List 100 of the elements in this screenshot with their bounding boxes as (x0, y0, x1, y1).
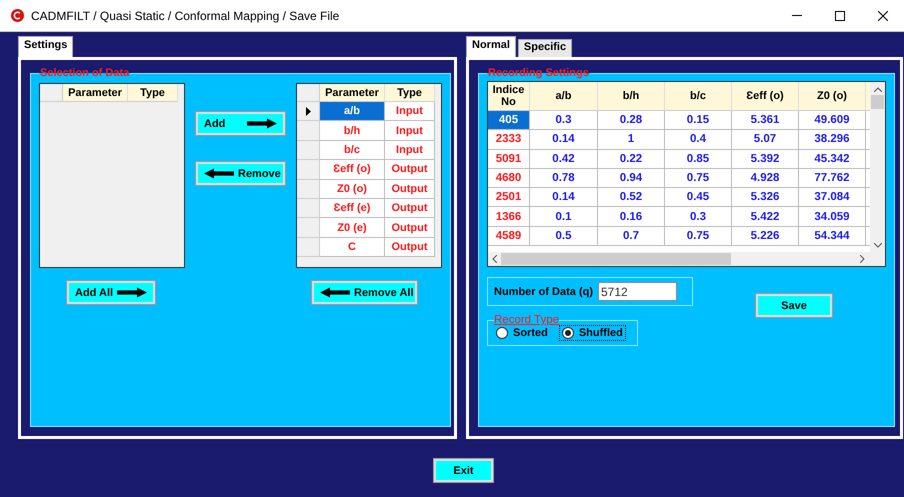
table-cell[interactable]: b/h (320, 121, 385, 141)
table-cell: Output (385, 198, 435, 218)
table-cell: 0.15 (665, 111, 732, 130)
table-cell: 34.059 (799, 207, 866, 227)
table-cell: 0.78 (530, 168, 598, 188)
column-header: Type (385, 84, 435, 102)
radio-button[interactable] (496, 327, 508, 339)
column-header: b/c (665, 82, 732, 111)
table-cell: 0.14 (530, 188, 598, 208)
table-cell: 5.392 (732, 150, 799, 169)
column-header: b/h (598, 82, 665, 111)
table-cell: Output (385, 218, 435, 238)
column-header: Parameter (320, 84, 385, 102)
column-header: Parameter (63, 84, 128, 102)
horizontal-scrollbar[interactable] (488, 252, 885, 266)
table-cell: 0.22 (598, 150, 665, 169)
scroll-thumb[interactable] (501, 253, 731, 265)
table-cell: 4.928 (732, 168, 799, 188)
table-cell: 45.342 (799, 150, 866, 169)
radio-option[interactable]: Sorted (494, 326, 550, 340)
tab[interactable]: Settings (18, 36, 74, 57)
table-cell: 0.1 (530, 207, 598, 227)
table-cell: 0.42 (530, 150, 598, 169)
table-cell: 54.344 (799, 226, 866, 246)
table-cell[interactable]: 1366 (488, 207, 530, 227)
table-cell[interactable]: b/c (320, 140, 385, 160)
table-cell[interactable]: 4589 (488, 226, 530, 246)
table-cell: Input (385, 121, 435, 141)
table-cell[interactable]: a/b (320, 102, 385, 122)
table-cell: 0.85 (665, 150, 732, 169)
table-cell: 49.609 (799, 111, 866, 130)
table-cell: 0.7 (598, 226, 665, 246)
right-arrow-icon (117, 287, 148, 298)
column-header: Type (128, 84, 178, 102)
parameter-grid[interactable]: Parameter Type a/b Input b/h Input b/c Input Ɛeff (o) Output Z0 (o) Output Ɛeff (e) Output Z0 (e) Output C Output (296, 83, 442, 268)
save-button[interactable]: Save (756, 294, 832, 317)
table-cell: Input (385, 102, 435, 122)
scroll-thumb[interactable] (871, 95, 884, 109)
column-header: Ɛeff (o) (732, 82, 799, 111)
table-cell: 5.07 (732, 130, 799, 150)
table-cell: 0.75 (665, 168, 732, 188)
data-grid[interactable] (487, 81, 886, 267)
table-cell: 77.762 (799, 168, 866, 188)
table-cell: 0.75 (665, 226, 732, 246)
table-cell: 5.226 (732, 226, 799, 246)
table-cell: 0.28 (598, 111, 665, 130)
vertical-scrollbar[interactable] (870, 82, 885, 252)
table-cell[interactable]: 405 (488, 111, 530, 130)
field-label: Number of Data (q) (494, 286, 593, 298)
table-cell: 0.94 (598, 168, 665, 188)
table-cell: 5.326 (732, 188, 799, 208)
table-cell: Input (385, 140, 435, 160)
column-header: a/b (530, 82, 598, 111)
scroll-left-icon[interactable] (492, 255, 497, 263)
minimize-icon[interactable] (792, 15, 802, 16)
tab[interactable]: Specific (518, 39, 572, 57)
remove-button[interactable]: Remove (196, 162, 285, 185)
table-cell[interactable]: 2501 (488, 188, 530, 208)
scroll-up-icon[interactable] (874, 87, 882, 92)
table-cell: 0.5 (530, 226, 598, 246)
table-cell: 0.45 (665, 188, 732, 208)
table-cell[interactable]: C (320, 238, 385, 258)
app-logo-icon (11, 9, 24, 22)
table-cell: Output (385, 180, 435, 199)
parameter-grid[interactable]: Parameter Type (39, 83, 185, 268)
table-cell: 37.084 (799, 188, 866, 208)
table-cell[interactable]: Z0 (o) (320, 180, 385, 199)
radio-button[interactable] (562, 327, 574, 339)
table-cell: 0.16 (598, 207, 665, 227)
scroll-right-icon[interactable] (860, 255, 865, 263)
table-cell[interactable]: 5091 (488, 150, 530, 169)
left-arrow-icon (204, 168, 234, 179)
table-cell: Output (385, 238, 435, 258)
maximize-icon[interactable] (834, 10, 844, 20)
close-icon[interactable] (878, 10, 888, 20)
table-cell: 0.4 (665, 130, 732, 150)
exit-button[interactable]: Exit (434, 459, 493, 482)
table-cell: 1 (598, 130, 665, 150)
table-cell: 0.52 (598, 188, 665, 208)
column-header: Z0 (o) (799, 82, 866, 111)
group-title: Record Type (494, 314, 559, 326)
tab[interactable]: Normal (466, 36, 516, 57)
table-cell: Output (385, 160, 435, 180)
table-cell[interactable]: Ɛeff (e) (320, 198, 385, 218)
table-cell[interactable]: Z0 (e) (320, 218, 385, 238)
remove-button[interactable]: Remove All (312, 281, 417, 304)
add-button[interactable]: Add (196, 112, 285, 135)
number-field[interactable]: 5712 (598, 282, 677, 301)
radio-option[interactable]: Shuffled (560, 326, 625, 340)
table-cell[interactable]: 2333 (488, 130, 530, 150)
window-title: CADMFILT / Quasi Static / Conformal Mapping / Save File (31, 8, 340, 22)
left-arrow-icon (320, 287, 350, 298)
add-button[interactable]: Add All (67, 281, 155, 304)
table-cell[interactable]: 4680 (488, 168, 530, 188)
table-cell: 5.422 (732, 207, 799, 227)
table-cell: 5.361 (732, 111, 799, 130)
table-cell[interactable]: Ɛeff (o) (320, 160, 385, 180)
column-header: Indice No (488, 82, 530, 111)
scroll-down-icon[interactable] (874, 243, 882, 248)
table-cell: 0.14 (530, 130, 598, 150)
